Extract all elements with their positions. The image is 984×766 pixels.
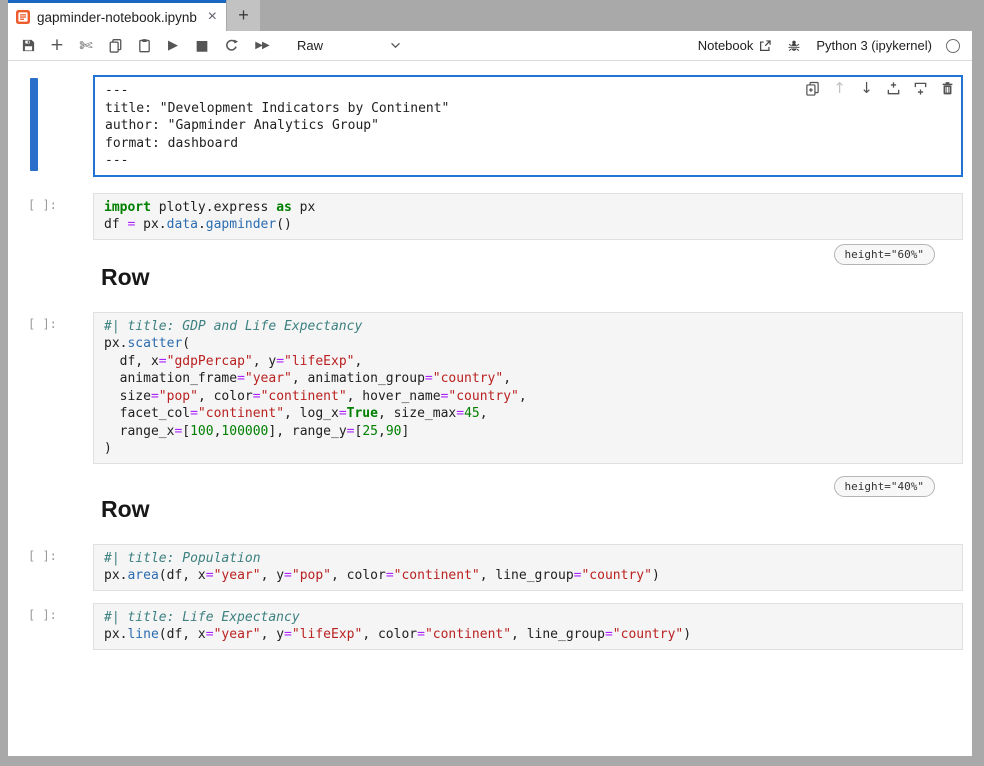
cell-prompt: [ ]:: [28, 198, 85, 212]
toolbar-right: Notebook Python 3 (ipyk: [698, 38, 960, 54]
raw-line: ---: [105, 152, 951, 170]
debugger-button[interactable]: [786, 38, 802, 54]
cell-prompt: [ ]:: [28, 608, 85, 622]
cell-prompt: [ ]:: [28, 317, 85, 331]
cell-raw-frontmatter[interactable]: --- title: "Development Indicators by Co…: [93, 75, 963, 177]
delete-cell-icon[interactable]: [940, 81, 955, 96]
kernel-status-icon[interactable]: [946, 39, 960, 53]
bug-icon: [787, 39, 801, 53]
notebook-file-icon: [15, 9, 31, 25]
cell-toolbar: ↑ ↓: [805, 81, 955, 96]
notebook-content: --- title: "Development Indicators by Co…: [8, 61, 972, 756]
tab-close-icon[interactable]: ×: [206, 9, 219, 25]
paste-cells-button[interactable]: [136, 38, 152, 54]
cell-type-value: Raw: [297, 38, 323, 53]
code-editor[interactable]: #| title: Life Expectancypx.line(df, x="…: [93, 603, 963, 650]
insert-cell-below-icon[interactable]: [913, 81, 928, 96]
cell-markdown-row2[interactable]: height="40%" Row: [93, 472, 963, 544]
chevron-down-icon: [390, 42, 401, 49]
cell-code-line[interactable]: [ ]: #| title: Life Expectancypx.line(df…: [93, 603, 963, 650]
insert-cell-button[interactable]: +: [49, 38, 65, 54]
height-badge: height="40%": [834, 476, 935, 497]
code-editor[interactable]: import plotly.express as pxdf = px.data.…: [93, 193, 963, 240]
cell-code-area[interactable]: [ ]: #| title: Populationpx.area(df, x="…: [93, 544, 963, 591]
cell-markdown-row1[interactable]: height="60%" Row: [93, 240, 963, 312]
cell-prompt: [ ]:: [28, 549, 85, 563]
raw-line: author: "Gapminder Analytics Group": [105, 117, 951, 135]
notebook-open-link[interactable]: Notebook: [698, 38, 773, 53]
active-cell-indicator: [30, 78, 38, 171]
run-button[interactable]: ▶: [165, 38, 181, 54]
row-heading: Row: [101, 264, 963, 291]
raw-cell-editor[interactable]: --- title: "Development Indicators by Co…: [93, 75, 963, 177]
code-editor[interactable]: #| title: GDP and Life Expectancypx.scat…: [93, 312, 963, 464]
move-cell-down-icon[interactable]: ↓: [859, 81, 874, 96]
row-heading: Row: [101, 496, 963, 523]
notebook-toolbar: + ✄ ▶ ■ ▶▶ Raw: [8, 31, 972, 61]
cell-code-import[interactable]: [ ]: import plotly.express as pxdf = px.…: [93, 193, 963, 240]
jupyterlab-window: gapminder-notebook.ipynb × + + ✄: [8, 0, 972, 756]
restart-kernel-button[interactable]: [223, 38, 239, 54]
cell-type-dropdown[interactable]: Raw: [297, 38, 401, 53]
move-cell-up-icon[interactable]: ↑: [832, 81, 847, 96]
code-editor[interactable]: #| title: Populationpx.area(df, x="year"…: [93, 544, 963, 591]
new-tab-button[interactable]: +: [227, 0, 260, 31]
tab-gapminder-notebook[interactable]: gapminder-notebook.ipynb ×: [8, 0, 226, 31]
cell-code-scatter[interactable]: [ ]: #| title: GDP and Life Expectancypx…: [93, 312, 963, 464]
height-badge: height="60%": [834, 244, 935, 265]
notebook-label: Notebook: [698, 38, 754, 53]
tab-bar: gapminder-notebook.ipynb × +: [8, 0, 972, 31]
save-button[interactable]: [20, 38, 36, 54]
external-link-icon: [758, 39, 772, 53]
stop-button[interactable]: ■: [194, 38, 210, 54]
tab-title: gapminder-notebook.ipynb: [37, 10, 200, 25]
cut-cells-button[interactable]: ✄: [78, 38, 94, 54]
insert-cell-above-icon[interactable]: [886, 81, 901, 96]
kernel-name[interactable]: Python 3 (ipykernel): [816, 38, 932, 53]
raw-line: title: "Development Indicators by Contin…: [105, 100, 951, 118]
run-all-button[interactable]: ▶▶: [252, 38, 272, 54]
raw-line: format: dashboard: [105, 135, 951, 153]
copy-cells-button[interactable]: [107, 38, 123, 54]
duplicate-cell-icon[interactable]: [805, 81, 820, 96]
